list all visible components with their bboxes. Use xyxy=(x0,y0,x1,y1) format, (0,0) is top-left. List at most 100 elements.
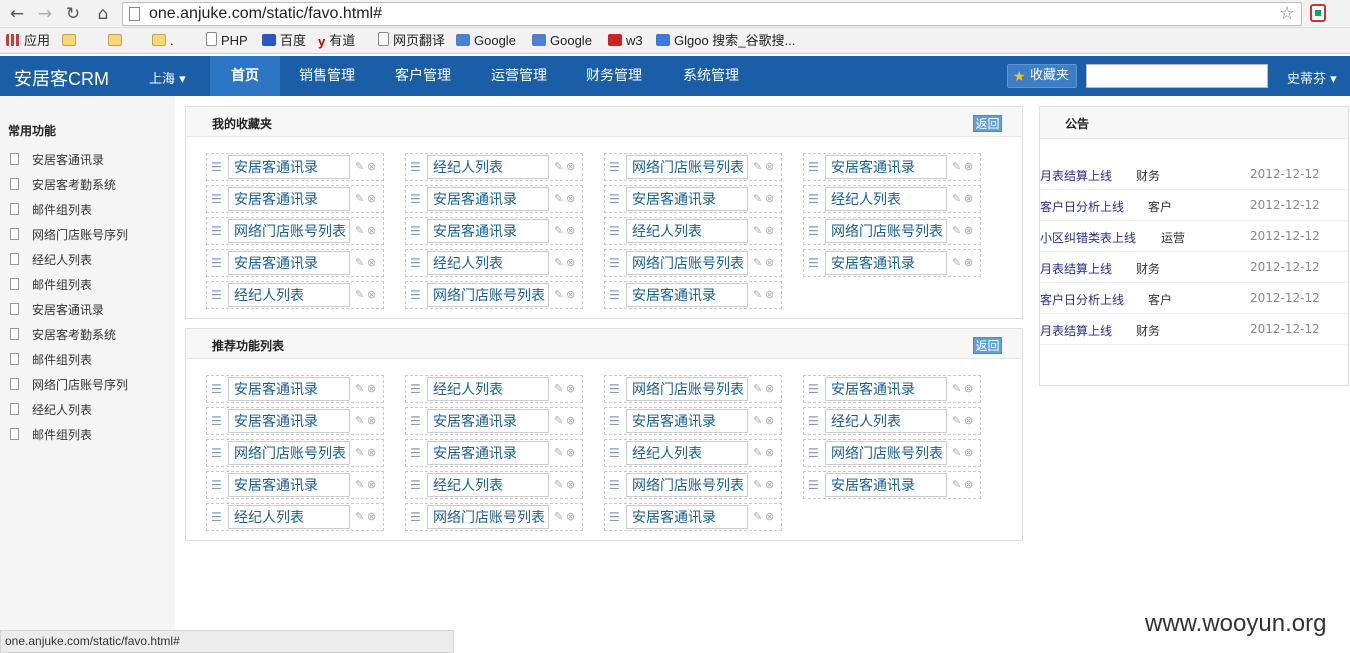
edit-icon[interactable]: ✎ xyxy=(753,510,762,523)
nav-item[interactable]: 运营管理 xyxy=(476,56,562,96)
tile-link[interactable]: 网络门店账号列表 xyxy=(626,155,748,179)
favorite-tile[interactable]: ☰ 经纪人列表 ✎ ⊗ xyxy=(206,503,384,531)
user-menu[interactable]: 史蒂芬 ▾ xyxy=(1287,68,1337,87)
drag-handle-icon[interactable]: ☰ xyxy=(808,447,819,459)
remove-icon[interactable]: ⊗ xyxy=(566,382,575,395)
remove-icon[interactable]: ⊗ xyxy=(367,510,376,523)
favorite-tile[interactable]: ☰ 安居客通讯录 ✎ ⊗ xyxy=(206,375,384,403)
tile-link[interactable]: 网络门店账号列表 xyxy=(427,505,549,529)
edit-icon[interactable]: ✎ xyxy=(753,288,762,301)
nav-item[interactable]: 销售管理 xyxy=(284,56,370,96)
edit-icon[interactable]: ✎ xyxy=(554,478,563,491)
remove-icon[interactable]: ⊗ xyxy=(765,478,774,491)
favorite-tile[interactable]: ☰ 网络门店账号列表 ✎ ⊗ xyxy=(604,375,782,403)
drag-handle-icon[interactable]: ☰ xyxy=(410,511,421,523)
nav-item[interactable]: 客户管理 xyxy=(380,56,466,96)
favorite-tile[interactable]: ☰ 安居客通讯录 ✎ ⊗ xyxy=(803,375,981,403)
edit-icon[interactable]: ✎ xyxy=(554,510,563,523)
drag-handle-icon[interactable]: ☰ xyxy=(609,383,620,395)
favorite-tile[interactable]: ☰ 经纪人列表 ✎ ⊗ xyxy=(803,185,981,213)
remove-icon[interactable]: ⊗ xyxy=(566,414,575,427)
tile-link[interactable]: 安居客通讯录 xyxy=(228,377,350,401)
remove-icon[interactable]: ⊗ xyxy=(566,160,575,173)
drag-handle-icon[interactable]: ☰ xyxy=(609,415,620,427)
favorites-button[interactable]: ★ 收藏夹 xyxy=(1007,64,1077,88)
tile-link[interactable]: 安居客通讯录 xyxy=(626,505,748,529)
edit-icon[interactable]: ✎ xyxy=(554,288,563,301)
tile-link[interactable]: 安居客通讯录 xyxy=(825,155,947,179)
remove-icon[interactable]: ⊗ xyxy=(367,414,376,427)
sidebar-item[interactable]: 安居客通讯录 xyxy=(8,150,104,170)
notice-link[interactable]: 月表结算上线 xyxy=(1040,167,1112,184)
favorite-tile[interactable]: ☰ 安居客通讯录 ✎ ⊗ xyxy=(206,407,384,435)
drag-handle-icon[interactable]: ☰ xyxy=(410,257,421,269)
bookmark-item[interactable]: 百度 xyxy=(262,32,306,50)
favorite-tile[interactable]: ☰ 网络门店账号列表 ✎ ⊗ xyxy=(604,471,782,499)
nav-item[interactable]: 财务管理 xyxy=(571,56,657,96)
tile-link[interactable]: 安居客通讯录 xyxy=(427,219,549,243)
edit-icon[interactable]: ✎ xyxy=(753,478,762,491)
remove-icon[interactable]: ⊗ xyxy=(566,224,575,237)
drag-handle-icon[interactable]: ☰ xyxy=(410,225,421,237)
drag-handle-icon[interactable]: ☰ xyxy=(808,383,819,395)
edit-icon[interactable]: ✎ xyxy=(952,224,961,237)
edit-icon[interactable]: ✎ xyxy=(355,192,364,205)
remove-icon[interactable]: ⊗ xyxy=(367,256,376,269)
sidebar-item[interactable]: 网络门店账号序列 xyxy=(8,225,128,245)
bookmark-item[interactable]: . xyxy=(152,32,174,50)
city-selector[interactable]: 上海 ▾ xyxy=(149,68,186,87)
drag-handle-icon[interactable]: ☰ xyxy=(808,479,819,491)
star-icon[interactable]: ☆ xyxy=(1279,3,1295,24)
drag-handle-icon[interactable]: ☰ xyxy=(410,479,421,491)
favorite-tile[interactable]: ☰ 安居客通讯录 ✎ ⊗ xyxy=(405,185,583,213)
drag-handle-icon[interactable]: ☰ xyxy=(211,511,222,523)
edit-icon[interactable]: ✎ xyxy=(952,446,961,459)
edit-icon[interactable]: ✎ xyxy=(355,510,364,523)
tile-link[interactable]: 经纪人列表 xyxy=(825,187,947,211)
drag-handle-icon[interactable]: ☰ xyxy=(410,415,421,427)
bookmark-item[interactable]: Glgoo 搜索_谷歌搜... xyxy=(656,32,795,50)
remove-icon[interactable]: ⊗ xyxy=(765,192,774,205)
favorite-tile[interactable]: ☰ 网络门店账号列表 ✎ ⊗ xyxy=(604,249,782,277)
tile-link[interactable]: 经纪人列表 xyxy=(427,251,549,275)
tile-link[interactable]: 网络门店账号列表 xyxy=(626,377,748,401)
favorite-tile[interactable]: ☰ 安居客通讯录 ✎ ⊗ xyxy=(405,407,583,435)
edit-icon[interactable]: ✎ xyxy=(952,256,961,269)
favorite-tile[interactable]: ☰ 经纪人列表 ✎ ⊗ xyxy=(405,471,583,499)
bookmark-item[interactable]: Google xyxy=(532,32,592,50)
favorites-back-button[interactable]: 返回 xyxy=(973,115,1002,132)
bookmark-item[interactable]: y 有道 xyxy=(318,32,355,50)
tile-link[interactable]: 安居客通讯录 xyxy=(228,409,350,433)
edit-icon[interactable]: ✎ xyxy=(554,192,563,205)
tile-link[interactable]: 经纪人列表 xyxy=(626,219,748,243)
tile-link[interactable]: 经纪人列表 xyxy=(228,283,350,307)
remove-icon[interactable]: ⊗ xyxy=(367,288,376,301)
bookmark-item[interactable]: PHP xyxy=(206,32,248,50)
drag-handle-icon[interactable]: ☰ xyxy=(211,383,222,395)
drag-handle-icon[interactable]: ☰ xyxy=(609,257,620,269)
remove-icon[interactable]: ⊗ xyxy=(367,160,376,173)
favorite-tile[interactable]: ☰ 网络门店账号列表 ✎ ⊗ xyxy=(206,439,384,467)
sidebar-item[interactable]: 安居客考勤系统 xyxy=(8,325,116,345)
sidebar-item[interactable]: 邮件组列表 xyxy=(8,200,92,220)
favorite-tile[interactable]: ☰ 安居客通讯录 ✎ ⊗ xyxy=(206,185,384,213)
drag-handle-icon[interactable]: ☰ xyxy=(609,289,620,301)
favorite-tile[interactable]: ☰ 网络门店账号列表 ✎ ⊗ xyxy=(206,217,384,245)
tile-link[interactable]: 经纪人列表 xyxy=(626,441,748,465)
tile-link[interactable]: 安居客通讯录 xyxy=(825,473,947,497)
remove-icon[interactable]: ⊗ xyxy=(566,288,575,301)
remove-icon[interactable]: ⊗ xyxy=(765,382,774,395)
remove-icon[interactable]: ⊗ xyxy=(964,256,973,269)
edit-icon[interactable]: ✎ xyxy=(753,160,762,173)
recommended-back-button[interactable]: 返回 xyxy=(973,337,1002,354)
tile-link[interactable]: 网络门店账号列表 xyxy=(427,283,549,307)
edit-icon[interactable]: ✎ xyxy=(355,160,364,173)
drag-handle-icon[interactable]: ☰ xyxy=(410,193,421,205)
arrow-right-icon[interactable]: → xyxy=(34,3,56,25)
tile-link[interactable]: 网络门店账号列表 xyxy=(228,219,350,243)
favorite-tile[interactable]: ☰ 安居客通讯录 ✎ ⊗ xyxy=(206,471,384,499)
edit-icon[interactable]: ✎ xyxy=(554,382,563,395)
nav-item[interactable]: 系统管理 xyxy=(668,56,754,96)
edit-icon[interactable]: ✎ xyxy=(952,160,961,173)
favorite-tile[interactable]: ☰ 安居客通讯录 ✎ ⊗ xyxy=(604,185,782,213)
